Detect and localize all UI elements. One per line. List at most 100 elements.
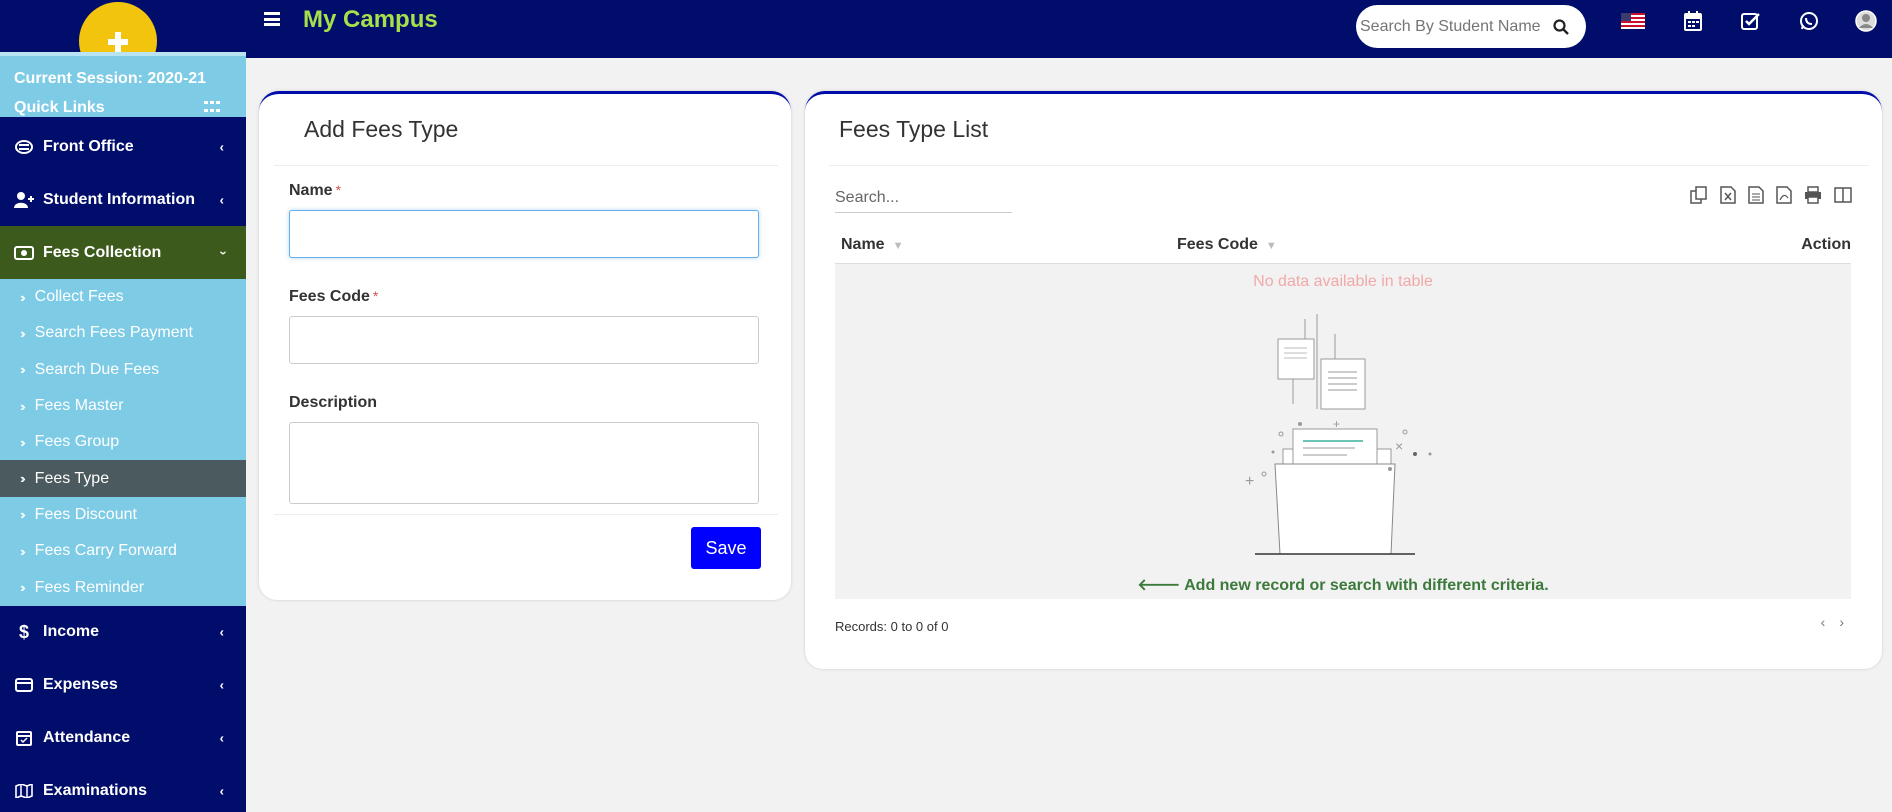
sidebar-item-fees-collection[interactable]: Fees Collection ‹ (0, 226, 246, 279)
column-header-label: Fees Code (1177, 236, 1258, 253)
sidebar-item-front-office[interactable]: Front Office ‹ (0, 120, 246, 173)
logo-area (0, 0, 246, 52)
search-icon[interactable] (1546, 12, 1576, 42)
add-fees-type-panel: Add Fees Type Name * Fees Code * Descripti… (259, 91, 791, 600)
svg-text:+: + (1245, 473, 1254, 490)
sidebar-item-label: Student Information (43, 190, 195, 208)
sidebar-item-student-information[interactable]: Student Information ‹ (0, 173, 246, 226)
submenu-item-fees-reminder[interactable]: ›› Fees Reminder (0, 569, 246, 605)
sort-icon: ▼ (892, 240, 904, 252)
submenu-label: Search Fees Payment (34, 324, 193, 342)
dollar-icon: $ (18, 621, 29, 642)
sidebar-item-income[interactable]: $ Income ‹ (0, 606, 246, 659)
description-textarea[interactable] (289, 422, 759, 504)
app-title[interactable]: My Campus (303, 6, 438, 34)
ticket-icon (13, 138, 35, 156)
quick-links-label: Quick Links (14, 99, 105, 116)
submenu-item-search-fees-payment[interactable]: ›› Search Fees Payment (0, 315, 246, 351)
print-icon[interactable] (1804, 186, 1822, 209)
table-body: No data available in table + × + 🡐 Add n… (835, 264, 1851, 599)
current-session[interactable]: Current Session: 2020-21 (14, 64, 232, 93)
add-new-hint-text: Add new record or search with different … (1184, 577, 1549, 594)
next-page-icon[interactable]: › (1839, 614, 1844, 630)
grid-icon[interactable] (204, 101, 220, 114)
name-label-text: Name (289, 182, 333, 199)
submenu-item-fees-carry-forward[interactable]: ›› Fees Carry Forward (0, 533, 246, 569)
records-info: Records: 0 to 0 of 0 (835, 619, 949, 634)
add-new-hint: 🡐 Add new record or search with differen… (835, 574, 1851, 595)
copy-icon[interactable] (1690, 186, 1708, 209)
column-header-label: Name (841, 236, 885, 253)
sidebar: Current Session: 2020-21 Quick Links Fro… (0, 0, 246, 812)
sidebar-item-attendance[interactable]: Attendance ‹ (0, 712, 246, 765)
whatsapp-icon[interactable] (1796, 9, 1822, 33)
columns-icon[interactable] (1834, 186, 1852, 209)
fees-code-label-text: Fees Code (289, 288, 370, 305)
map-icon (13, 782, 35, 800)
name-label: Name * (289, 182, 761, 200)
prev-page-icon[interactable]: ‹ (1821, 614, 1826, 630)
user-avatar[interactable] (1853, 9, 1879, 33)
submenu-label: Collect Fees (34, 288, 124, 306)
arrow-left-icon: 🡐 (1137, 577, 1181, 594)
fees-type-form: Name * Fees Code * Description (259, 182, 791, 509)
double-chevron-icon: ›› (20, 325, 25, 341)
quick-links[interactable]: Quick Links (14, 93, 232, 122)
sidebar-item-label: Examinations (43, 782, 148, 800)
sidebar-item-label: Expenses (43, 676, 118, 694)
column-header-name[interactable]: Name ▼ (841, 236, 903, 254)
excel-icon[interactable] (1720, 186, 1736, 209)
chevron-down-icon: ‹ (214, 250, 230, 255)
sidebar-item-label: Attendance (43, 729, 131, 747)
submenu-label: Fees Reminder (34, 578, 145, 596)
column-header-fees-code[interactable]: Fees Code ▼ (1177, 236, 1277, 254)
submenu-item-fees-group[interactable]: ›› Fees Group (0, 424, 246, 460)
hamburger-menu-icon[interactable] (264, 12, 280, 26)
fees-code-input[interactable] (289, 316, 759, 364)
double-chevron-icon: ›› (20, 507, 25, 523)
credit-card-icon (13, 676, 35, 694)
sidebar-item-expenses[interactable]: Expenses ‹ (0, 659, 246, 712)
calendar-icon[interactable] (1680, 9, 1706, 33)
student-search-input[interactable] (1360, 17, 1546, 36)
chevron-left-icon: ‹ (219, 783, 224, 799)
sidebar-item-examinations[interactable]: Examinations ‹ (0, 765, 246, 812)
double-chevron-icon: ›› (20, 362, 25, 378)
checkbox-icon[interactable] (1738, 9, 1764, 33)
table-search-input[interactable]: Search... (835, 183, 1012, 213)
sort-icon: ▼ (1265, 240, 1277, 252)
required-mark: * (335, 182, 342, 198)
double-chevron-icon: ›› (20, 398, 25, 414)
table-header: Name ▼ Fees Code ▼ Action (835, 228, 1851, 264)
panel-title: Fees Type List (839, 116, 989, 142)
submenu-item-search-due-fees[interactable]: ›› Search Due Fees (0, 352, 246, 388)
submenu-item-fees-discount[interactable]: ›› Fees Discount (0, 497, 246, 533)
sidebar-item-label: Income (43, 623, 100, 641)
chevron-left-icon: ‹ (219, 730, 224, 746)
no-data-message: No data available in table (1253, 273, 1433, 290)
topbar: My Campus (246, 0, 1892, 58)
double-chevron-icon: ›› (20, 580, 25, 596)
panel-header: Add Fees Type (274, 94, 778, 166)
fees-code-label: Fees Code * (289, 288, 761, 306)
session-box: Current Session: 2020-21 Quick Links (0, 52, 246, 117)
submenu-item-collect-fees[interactable]: ›› Collect Fees (0, 279, 246, 315)
fees-type-list-panel: Fees Type List Search... Name ▼ Fees Code… (805, 91, 1882, 669)
double-chevron-icon: ›› (20, 434, 25, 450)
save-button[interactable]: Save (691, 527, 761, 569)
sidebar-item-label: Fees Collection (43, 243, 162, 261)
required-mark: * (372, 288, 379, 304)
submenu-item-fees-type[interactable]: ›› Fees Type (0, 460, 246, 497)
double-chevron-icon: ›› (20, 543, 25, 559)
pagination: ‹ › (1821, 614, 1844, 630)
submenu-item-fees-master[interactable]: ›› Fees Master (0, 388, 246, 424)
panel-header: Fees Type List (829, 94, 1869, 166)
chevron-left-icon: ‹ (219, 192, 224, 207)
svg-text:×: × (1395, 438, 1403, 454)
us-flag-icon[interactable] (1620, 9, 1646, 33)
csv-icon[interactable] (1748, 186, 1764, 209)
school-logo[interactable] (79, 2, 157, 52)
name-input[interactable] (289, 210, 759, 258)
pdf-icon[interactable] (1776, 186, 1792, 209)
empty-folder-illustration: + × + (1245, 314, 1445, 569)
